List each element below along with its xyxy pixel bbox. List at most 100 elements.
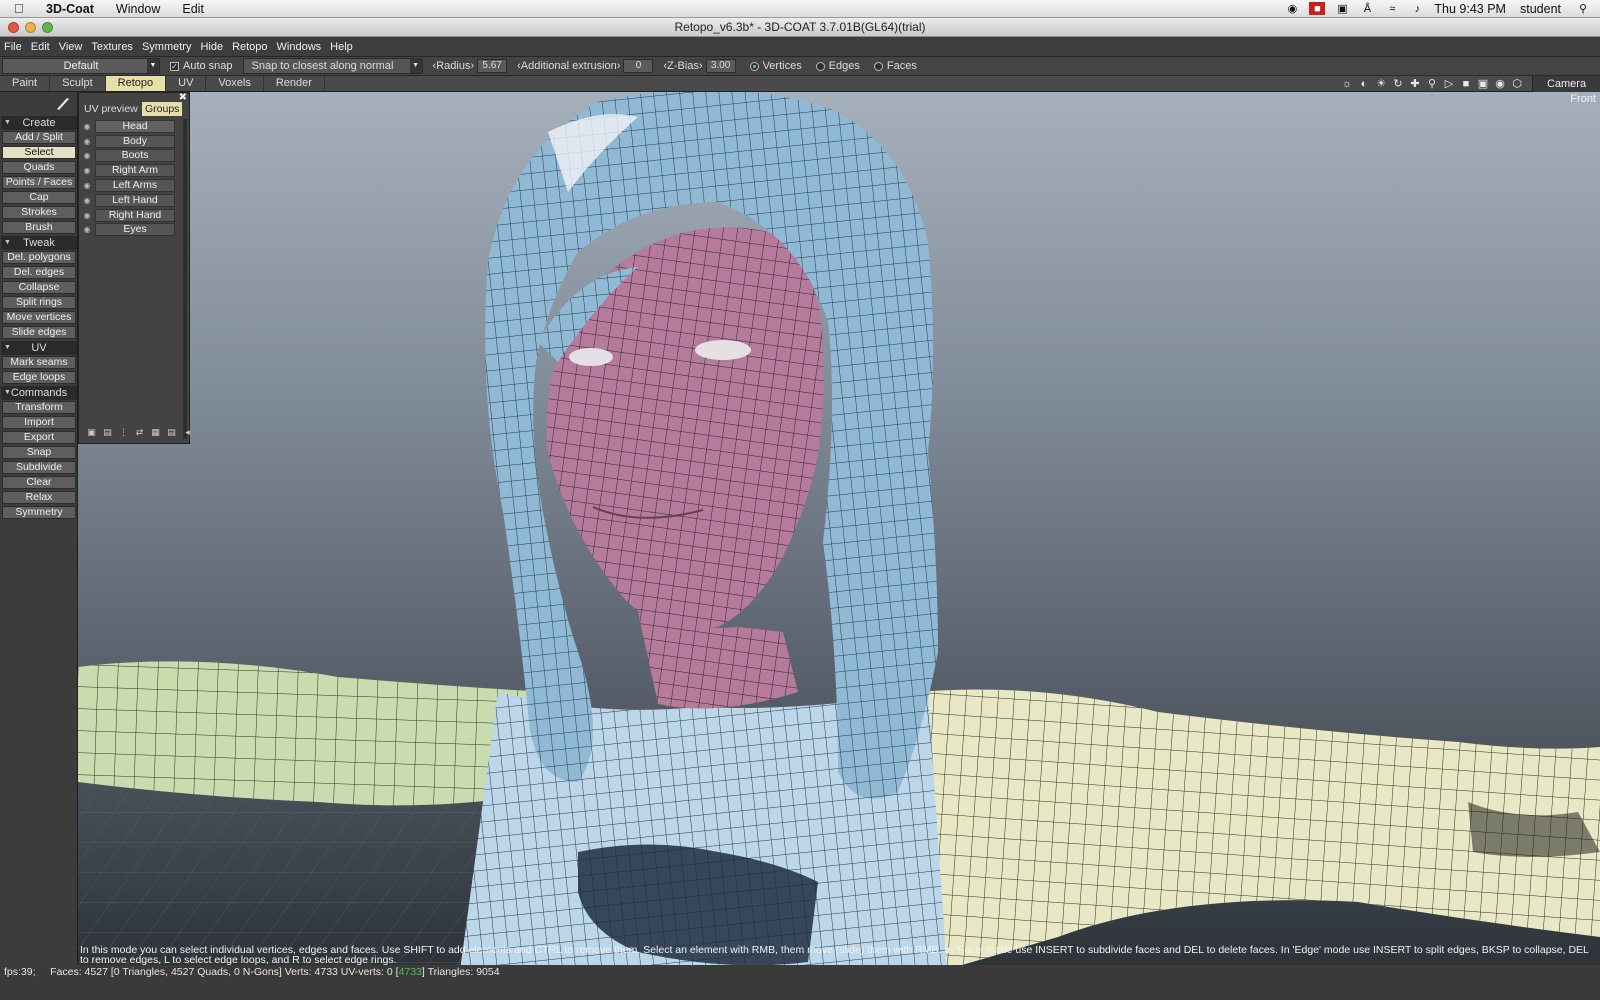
finder-icon[interactable]: ▣ bbox=[1334, 2, 1350, 15]
cube-icon[interactable]: ⬡ bbox=[1510, 78, 1524, 91]
visibility-icon[interactable]: ◉ bbox=[81, 224, 93, 235]
tool-brush[interactable]: Brush bbox=[2, 221, 76, 234]
tool-add-split[interactable]: Add / Split bbox=[2, 131, 76, 144]
pan-icon[interactable]: ✚ bbox=[1408, 78, 1422, 91]
visibility-icon[interactable]: ◉ bbox=[81, 150, 93, 161]
menu-hide[interactable]: Hide bbox=[200, 41, 223, 53]
visibility-icon[interactable]: ◉ bbox=[81, 210, 93, 221]
groups-scrollbar[interactable] bbox=[183, 119, 187, 439]
frame-icon[interactable]: ▣ bbox=[1476, 78, 1490, 91]
section-commands[interactable]: Commands bbox=[1, 386, 77, 400]
tool-cap[interactable]: Cap bbox=[2, 191, 76, 204]
menu-view[interactable]: View bbox=[59, 41, 83, 53]
rotate-icon[interactable]: ↻ bbox=[1391, 78, 1405, 91]
group-name[interactable]: Left Arms bbox=[95, 179, 175, 193]
group-row-left-hand[interactable]: ◉ Left Hand bbox=[81, 193, 177, 208]
faces-radio[interactable] bbox=[873, 61, 883, 71]
sun-icon[interactable]: ☀ bbox=[1374, 78, 1388, 91]
tool-slide-edges[interactable]: Slide edges bbox=[2, 326, 76, 339]
menu-help[interactable]: Help bbox=[330, 41, 353, 53]
tool-quads[interactable]: Quads bbox=[2, 161, 76, 174]
group-name[interactable]: Head bbox=[95, 119, 175, 133]
play-icon[interactable]: ▷ bbox=[1442, 78, 1456, 91]
group-name[interactable]: Right Hand bbox=[95, 208, 175, 222]
cmd-snap[interactable]: Snap bbox=[2, 446, 76, 459]
auto-snap-checkbox[interactable]: ✓ bbox=[170, 61, 179, 71]
contrast-icon[interactable]: ◐ bbox=[1357, 78, 1371, 91]
preset-dropdown[interactable]: Default ▼ bbox=[2, 58, 160, 74]
sync-icon[interactable]: ◉ bbox=[1284, 2, 1300, 15]
group-row-left-arms[interactable]: ◉ Left Arms bbox=[81, 178, 177, 193]
section-create[interactable]: Create bbox=[1, 116, 77, 130]
cmd-clear[interactable]: Clear bbox=[2, 476, 76, 489]
tab-voxels[interactable]: Voxels bbox=[206, 76, 264, 91]
tab-sculpt[interactable]: Sculpt bbox=[50, 76, 106, 91]
cmd-symmetry[interactable]: Symmetry bbox=[2, 506, 76, 519]
tool-del-edges[interactable]: Del. edges bbox=[2, 266, 76, 279]
tab-uv-preview[interactable]: UV preview bbox=[81, 102, 141, 116]
3d-viewport[interactable]: Front bbox=[78, 92, 1600, 985]
tool-collapse[interactable]: Collapse bbox=[2, 281, 76, 294]
tab-retopo[interactable]: Retopo bbox=[105, 76, 167, 91]
target-icon[interactable]: ◉ bbox=[1493, 78, 1507, 91]
wifi-icon[interactable]: ≈ bbox=[1384, 2, 1400, 15]
tab-groups[interactable]: Groups bbox=[142, 102, 183, 116]
tab-paint[interactable]: Paint bbox=[0, 76, 51, 91]
add-group-icon[interactable]: ▣ bbox=[85, 427, 98, 438]
mac-menu-window[interactable]: Window bbox=[116, 2, 160, 16]
menu-windows[interactable]: Windows bbox=[277, 41, 322, 53]
group-name[interactable]: Eyes bbox=[95, 223, 175, 237]
group-name[interactable]: Right Arm bbox=[95, 164, 175, 178]
expand-icon[interactable]: ◂ bbox=[181, 427, 194, 438]
tool-del-polygons[interactable]: Del. polygons bbox=[2, 251, 76, 264]
radius-field[interactable]: 5.67 bbox=[477, 59, 508, 73]
group-row-boots[interactable]: ◉ Boots bbox=[81, 149, 177, 164]
visibility-icon[interactable]: ◉ bbox=[81, 165, 93, 176]
app-status-icon[interactable]: ■ bbox=[1309, 2, 1326, 15]
tab-render[interactable]: Render bbox=[264, 76, 325, 91]
menu-file[interactable]: File bbox=[4, 41, 22, 53]
zbias-field[interactable]: 3.00 bbox=[705, 59, 736, 73]
merge-icon[interactable]: ⋮ bbox=[117, 427, 130, 438]
light-icon[interactable]: ☼ bbox=[1340, 78, 1354, 91]
square-icon[interactable]: ■ bbox=[1459, 78, 1473, 91]
group-row-right-arm[interactable]: ◉ Right Arm bbox=[81, 163, 177, 178]
menu-retopo[interactable]: Retopo bbox=[232, 41, 267, 53]
cmd-relax[interactable]: Relax bbox=[2, 491, 76, 504]
tool-strokes[interactable]: Strokes bbox=[2, 206, 76, 219]
apple-icon[interactable]:  bbox=[14, 1, 36, 16]
group-row-eyes[interactable]: ◉ Eyes bbox=[81, 223, 177, 238]
zoom-icon[interactable]: ⚲ bbox=[1425, 78, 1439, 91]
group-row-head[interactable]: ◉ Head bbox=[81, 119, 177, 134]
volume-icon[interactable]: ♪ bbox=[1409, 2, 1425, 15]
visibility-icon[interactable]: ◉ bbox=[81, 195, 93, 206]
vertices-radio[interactable] bbox=[749, 61, 759, 71]
tool-move-vertices[interactable]: Move vertices bbox=[2, 311, 76, 324]
edges-radio[interactable] bbox=[815, 61, 825, 71]
extrusion-field[interactable]: 0 bbox=[623, 59, 654, 73]
options-icon[interactable]: ▤ bbox=[165, 427, 178, 438]
menu-textures[interactable]: Textures bbox=[91, 41, 133, 53]
cmd-subdivide[interactable]: Subdivide bbox=[2, 461, 76, 474]
swap-icon[interactable]: ⇄ bbox=[133, 427, 146, 438]
tool-edge-loops[interactable]: Edge loops bbox=[2, 371, 76, 384]
menu-symmetry[interactable]: Symmetry bbox=[142, 41, 192, 53]
group-row-right-hand[interactable]: ◉ Right Hand bbox=[81, 208, 177, 223]
trash-icon[interactable]: ▤ bbox=[101, 427, 114, 438]
tool-select[interactable]: Select bbox=[2, 146, 76, 159]
close-window-button[interactable] bbox=[8, 22, 19, 33]
spotlight-search-icon[interactable]: ⚲ bbox=[1575, 2, 1591, 15]
section-uv[interactable]: UV bbox=[1, 341, 77, 355]
menu-edit[interactable]: Edit bbox=[31, 41, 50, 53]
tool-split-rings[interactable]: Split rings bbox=[2, 296, 76, 309]
cmd-import[interactable]: Import bbox=[2, 416, 76, 429]
visibility-icon[interactable]: ◉ bbox=[81, 180, 93, 191]
group-row-body[interactable]: ◉ Body bbox=[81, 134, 177, 149]
clock[interactable]: Thu 9:43 PM bbox=[1434, 2, 1506, 16]
visibility-icon[interactable]: ◉ bbox=[81, 121, 93, 132]
group-name[interactable]: Boots bbox=[95, 149, 175, 163]
cmd-transform[interactable]: Transform bbox=[2, 401, 76, 414]
cmd-export[interactable]: Export bbox=[2, 431, 76, 444]
mac-menu-edit[interactable]: Edit bbox=[182, 2, 204, 16]
tool-mark-seams[interactable]: Mark seams bbox=[2, 356, 76, 369]
